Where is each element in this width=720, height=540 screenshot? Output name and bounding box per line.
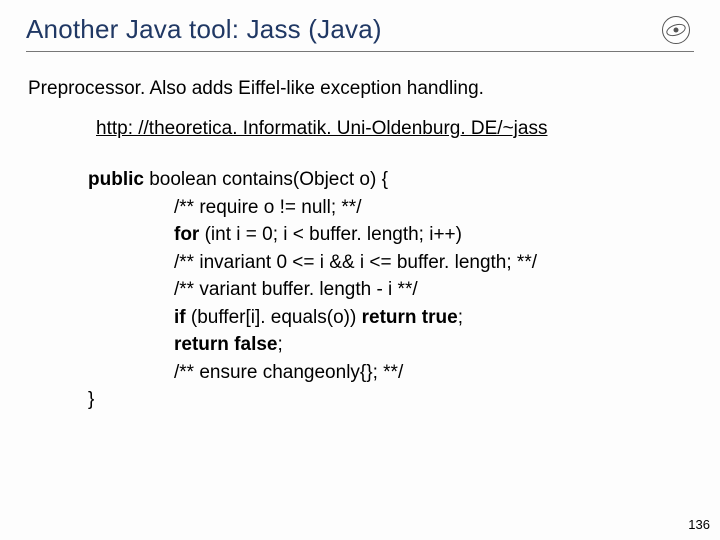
keyword-for: for	[174, 224, 199, 245]
slide-title: Another Java tool: Jass (Java)	[26, 14, 382, 45]
code-line: /** ensure changeonly{}; **/	[174, 359, 694, 387]
keyword-false: false	[229, 334, 278, 355]
code-line: }	[88, 386, 694, 414]
code-text: (buffer[i]. equals(o))	[186, 307, 362, 328]
page-number: 136	[688, 517, 710, 532]
tool-link[interactable]: http: //theoretica. Informatik. Uni-Olde…	[96, 118, 694, 140]
code-text: ;	[458, 307, 463, 328]
logo-icon	[662, 16, 690, 44]
code-text: boolean contains(Object o) {	[144, 169, 388, 190]
keyword-public: public	[88, 169, 144, 190]
code-line: if (buffer[i]. equals(o)) return true;	[174, 304, 694, 332]
code-line: return false;	[174, 331, 694, 359]
code-block: public boolean contains(Object o) { /** …	[88, 166, 694, 414]
code-line: for (int i = 0; i < buffer. length; i++)	[174, 221, 694, 249]
intro-text: Preprocessor. Also adds Eiffel-like exce…	[28, 78, 694, 100]
keyword-return: return	[362, 307, 417, 328]
code-line: /** invariant 0 <= i && i <= buffer. len…	[174, 249, 694, 277]
code-line: /** require o != null; **/	[174, 194, 694, 222]
keyword-return: return	[174, 334, 229, 355]
keyword-true: true	[417, 307, 458, 328]
code-text: (int i = 0; i < buffer. length; i++)	[199, 224, 462, 245]
code-text: ;	[278, 334, 283, 355]
code-line: public boolean contains(Object o) {	[88, 166, 694, 194]
keyword-if: if	[174, 307, 186, 328]
code-line: /** variant buffer. length - i **/	[174, 276, 694, 304]
